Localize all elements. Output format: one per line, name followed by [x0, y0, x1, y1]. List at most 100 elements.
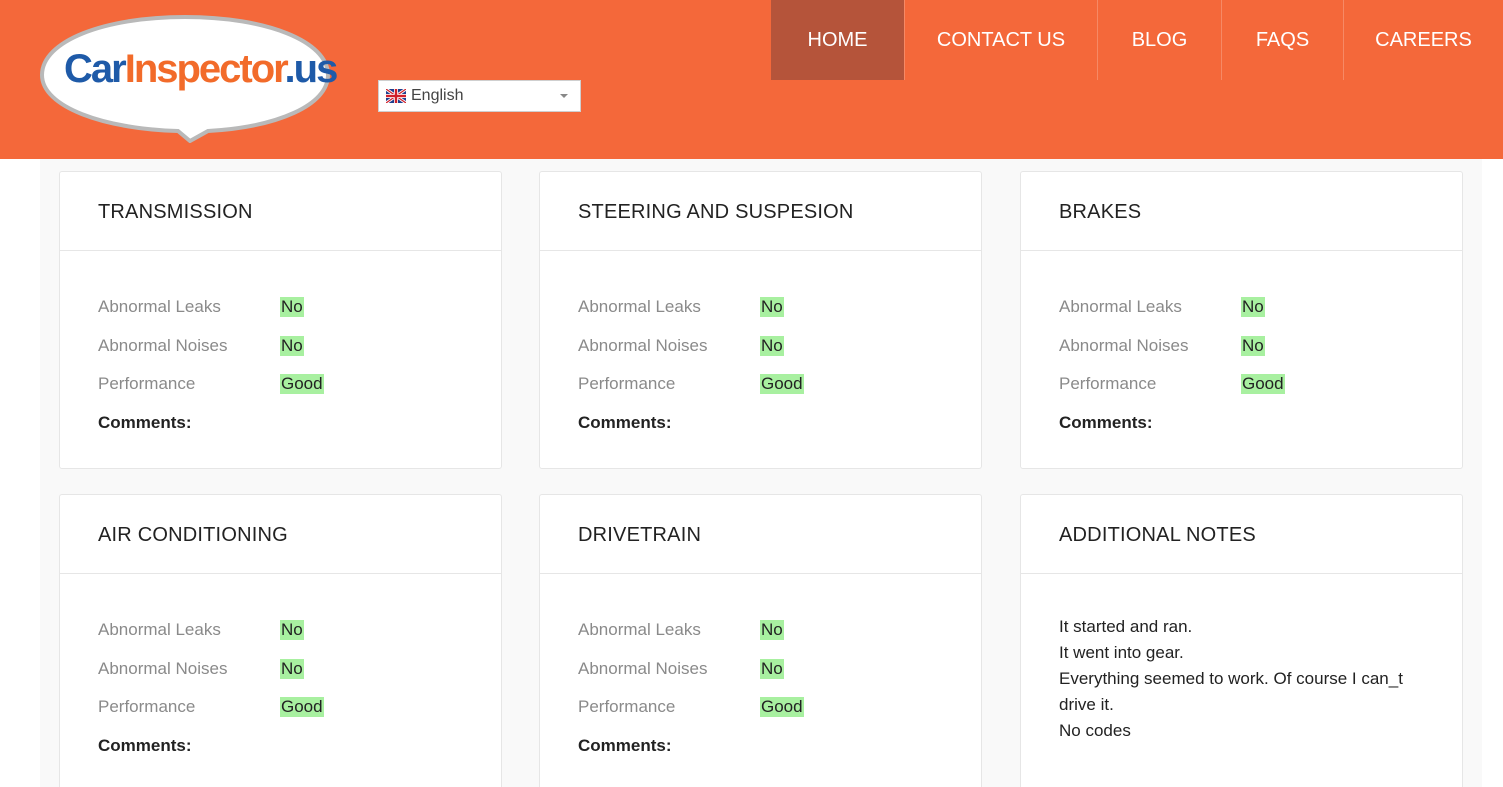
row-value: No — [760, 620, 784, 641]
panel-header: TRANSMISSION — [60, 172, 501, 251]
row-value: No — [280, 620, 304, 641]
row-abnormal-noises: Abnormal Noises No — [98, 650, 501, 689]
row-abnormal-noises: Abnormal Noises No — [578, 650, 981, 689]
row-label: Abnormal Leaks — [98, 297, 221, 317]
row-label: Abnormal Noises — [98, 335, 228, 355]
panel-brakes: BRAKES Abnormal Leaks No Abnormal Noises N… — [1020, 171, 1463, 469]
notes-body: It started and ran. It went into gear. E… — [1021, 574, 1462, 744]
row-label: Performance — [98, 697, 196, 717]
row-abnormal-leaks: Abnormal Leaks No — [98, 611, 501, 650]
comments-label: Comments: — [98, 735, 192, 755]
notes-line: No codes — [1059, 721, 1131, 740]
panel-header: ADDITIONAL NOTES — [1021, 495, 1462, 574]
nav-faqs[interactable]: FAQS — [1221, 0, 1343, 80]
row-abnormal-leaks: Abnormal Leaks No — [578, 611, 981, 650]
panel-header: BRAKES — [1021, 172, 1462, 251]
row-abnormal-noises: Abnormal Noises No — [98, 327, 501, 366]
panel-transmission: TRANSMISSION Abnormal Leaks No Abnormal N… — [59, 171, 502, 469]
row-label: Performance — [578, 374, 676, 394]
row-value: Good — [1241, 374, 1285, 395]
row-label: Performance — [98, 374, 196, 394]
comments-label: Comments: — [98, 412, 192, 432]
row-abnormal-leaks: Abnormal Leaks No — [1059, 288, 1462, 327]
panel-header: AIR CONDITIONING — [60, 495, 501, 574]
row-label: Abnormal Leaks — [578, 297, 701, 317]
panel-body: Abnormal Leaks No Abnormal Noises No Perfo… — [60, 574, 501, 765]
row-performance: Performance Good — [98, 688, 501, 727]
row-label: Performance — [578, 697, 676, 717]
panel-steering-suspension: STEERING AND SUSPESION Abnormal Leaks No … — [539, 171, 982, 469]
comments-label: Comments: — [578, 735, 672, 755]
notes-line: It went into gear. — [1059, 643, 1184, 662]
row-label: Abnormal Leaks — [98, 620, 221, 640]
logo-text-car: Car — [64, 47, 127, 91]
row-comments: Comments: — [578, 404, 981, 443]
row-abnormal-noises: Abnormal Noises No — [578, 327, 981, 366]
row-value: No — [280, 297, 304, 318]
logo-wordmark: CarInspector.us — [64, 47, 339, 91]
logo-text-us: .us — [284, 47, 339, 91]
panel-title: BRAKES — [1059, 200, 1142, 223]
notes-line: It started and ran. — [1059, 617, 1193, 636]
row-label: Abnormal Noises — [578, 658, 708, 678]
row-performance: Performance Good — [98, 365, 501, 404]
row-performance: Performance Good — [578, 688, 981, 727]
notes-line: drive it. — [1059, 695, 1114, 714]
inspection-content: TRANSMISSION Abnormal Leaks No Abnormal N… — [40, 159, 1482, 787]
site-logo[interactable]: CarInspector.us — [38, 13, 338, 144]
row-label: Abnormal Leaks — [1059, 297, 1182, 317]
uk-flag-icon — [386, 89, 406, 103]
panel-body: Abnormal Leaks No Abnormal Noises No Perfo… — [540, 251, 981, 442]
row-value: Good — [280, 374, 324, 395]
row-abnormal-leaks: Abnormal Leaks No — [578, 288, 981, 327]
nav-home[interactable]: HOME — [771, 0, 904, 80]
row-value: No — [760, 297, 784, 318]
panel-title: TRANSMISSION — [98, 200, 253, 223]
row-comments: Comments: — [578, 727, 981, 766]
language-label: English — [411, 87, 464, 104]
chevron-down-icon — [560, 94, 568, 98]
row-label: Abnormal Leaks — [578, 620, 701, 640]
row-abnormal-noises: Abnormal Noises No — [1059, 327, 1462, 366]
row-value: Good — [760, 374, 804, 395]
logo-text-inspector: Inspector — [124, 47, 287, 91]
comments-label: Comments: — [578, 412, 672, 432]
panel-title: DRIVETRAIN — [578, 523, 702, 546]
panel-header: STEERING AND SUSPESION — [540, 172, 981, 251]
comments-label: Comments: — [1059, 412, 1153, 432]
panel-air-conditioning: AIR CONDITIONING Abnormal Leaks No Abnorm… — [59, 494, 502, 787]
row-comments: Comments: — [98, 727, 501, 766]
site-header: CarInspector.us English HOME CONTACT US … — [0, 0, 1503, 159]
row-performance: Performance Good — [1059, 365, 1462, 404]
row-label: Abnormal Noises — [98, 658, 228, 678]
panel-title: AIR CONDITIONING — [98, 523, 288, 546]
row-value: No — [1241, 297, 1265, 318]
panel-body: Abnormal Leaks No Abnormal Noises No Perfo… — [1021, 251, 1462, 442]
main-nav: HOME CONTACT US BLOG FAQS CAREERS — [771, 0, 1503, 80]
row-value: No — [1241, 335, 1265, 356]
row-performance: Performance Good — [578, 365, 981, 404]
row-label: Abnormal Noises — [1059, 335, 1189, 355]
panel-title: STEERING AND SUSPESION — [578, 200, 854, 223]
row-value: No — [280, 658, 304, 679]
panel-title: ADDITIONAL NOTES — [1059, 523, 1256, 546]
row-comments: Comments: — [98, 404, 501, 443]
language-select[interactable]: English — [378, 80, 581, 112]
row-label: Abnormal Noises — [578, 335, 708, 355]
row-comments: Comments: — [1059, 404, 1462, 443]
row-value: No — [760, 658, 784, 679]
row-label: Performance — [1059, 374, 1157, 394]
panel-drivetrain: DRIVETRAIN Abnormal Leaks No Abnormal Noi… — [539, 494, 982, 787]
nav-blog[interactable]: BLOG — [1097, 0, 1221, 80]
nav-careers[interactable]: CAREERS — [1343, 0, 1503, 80]
panel-additional-notes: ADDITIONAL NOTES It started and ran. It … — [1020, 494, 1463, 787]
nav-contact-us[interactable]: CONTACT US — [904, 0, 1097, 80]
panel-header: DRIVETRAIN — [540, 495, 981, 574]
panel-body: Abnormal Leaks No Abnormal Noises No Perfo… — [60, 251, 501, 442]
notes-line: Everything seemed to work. Of course I c… — [1059, 669, 1403, 688]
row-value: Good — [280, 697, 324, 718]
row-abnormal-leaks: Abnormal Leaks No — [98, 288, 501, 327]
panel-body: Abnormal Leaks No Abnormal Noises No Perfo… — [540, 574, 981, 765]
row-value: Good — [760, 697, 804, 718]
row-value: No — [760, 335, 784, 356]
